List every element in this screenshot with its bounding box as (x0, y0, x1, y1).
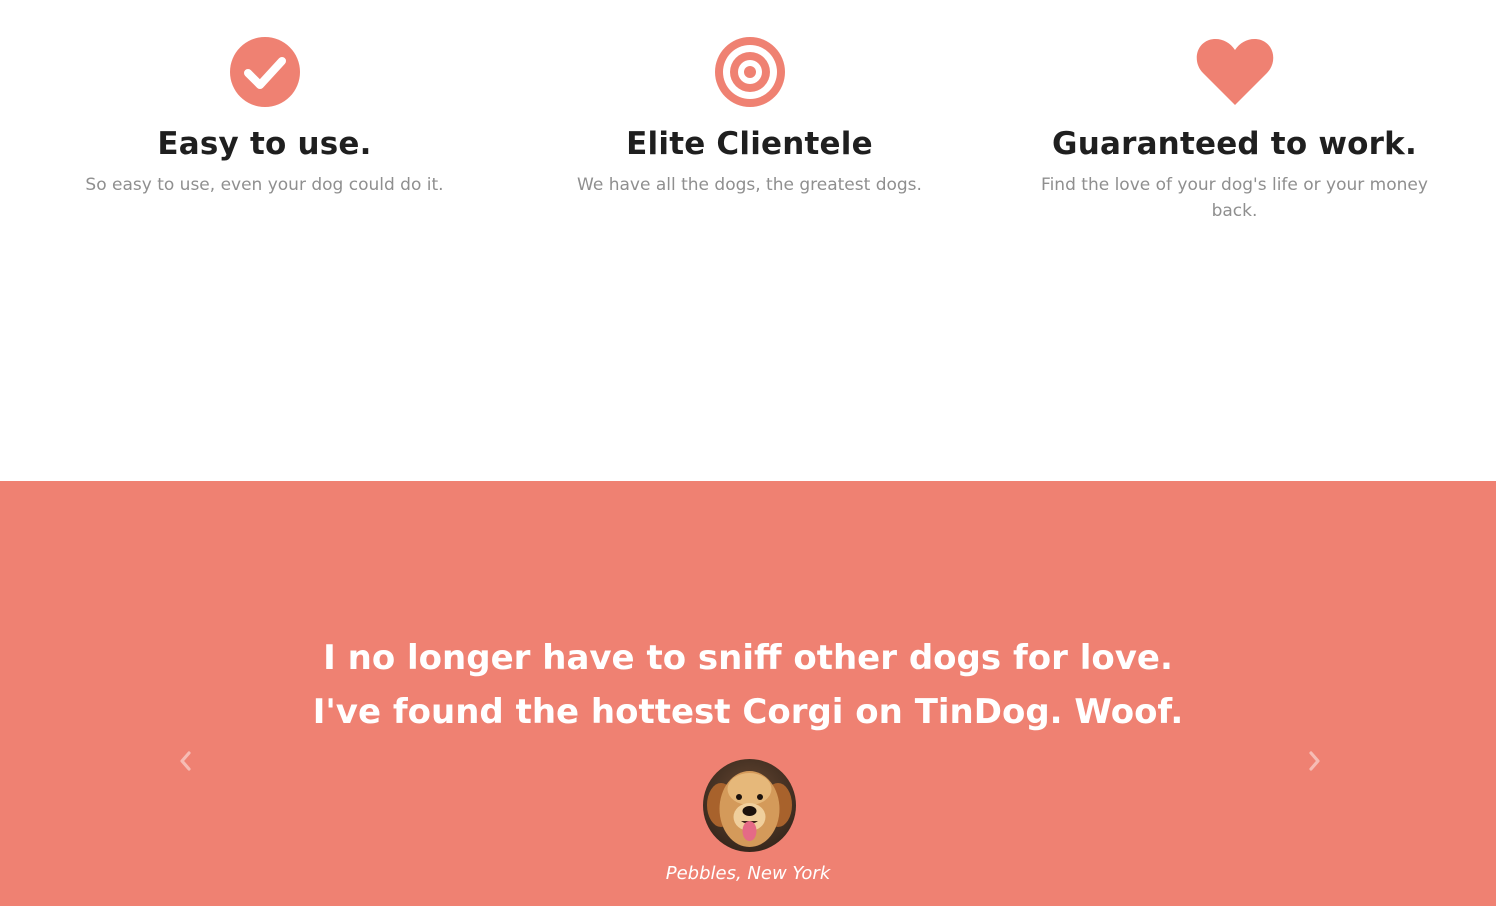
feature-description: We have all the dogs, the greatest dogs. (577, 175, 922, 195)
feature-title: Easy to use. (157, 126, 372, 162)
dog-avatar (703, 759, 796, 852)
quote-line-1: I no longer have to sniff other dogs for… (323, 638, 1173, 678)
quote-line-2: I've found the hottest Corgi on TinDog. … (312, 692, 1184, 732)
feature-description: So easy to use, even your dog could do i… (85, 175, 444, 195)
bullseye-icon (710, 36, 790, 108)
feature-title: Guaranteed to work. (1052, 126, 1417, 162)
features-section: Easy to use. So easy to use, even your d… (0, 0, 1496, 481)
chevron-left-icon[interactable] (174, 749, 198, 773)
feature-description: Find the love of your dog's life or your… (1041, 175, 1428, 221)
chevron-right-icon[interactable] (1302, 749, 1326, 773)
check-circle-icon (225, 36, 305, 108)
testimonial-quote: I no longer have to sniff other dogs for… (0, 631, 1496, 739)
testimonial-author: Pebbles, New York (665, 863, 831, 884)
testimonial-section: I no longer have to sniff other dogs for… (0, 481, 1496, 906)
heart-icon (1195, 36, 1275, 108)
feature-title: Elite Clientele (626, 126, 873, 162)
